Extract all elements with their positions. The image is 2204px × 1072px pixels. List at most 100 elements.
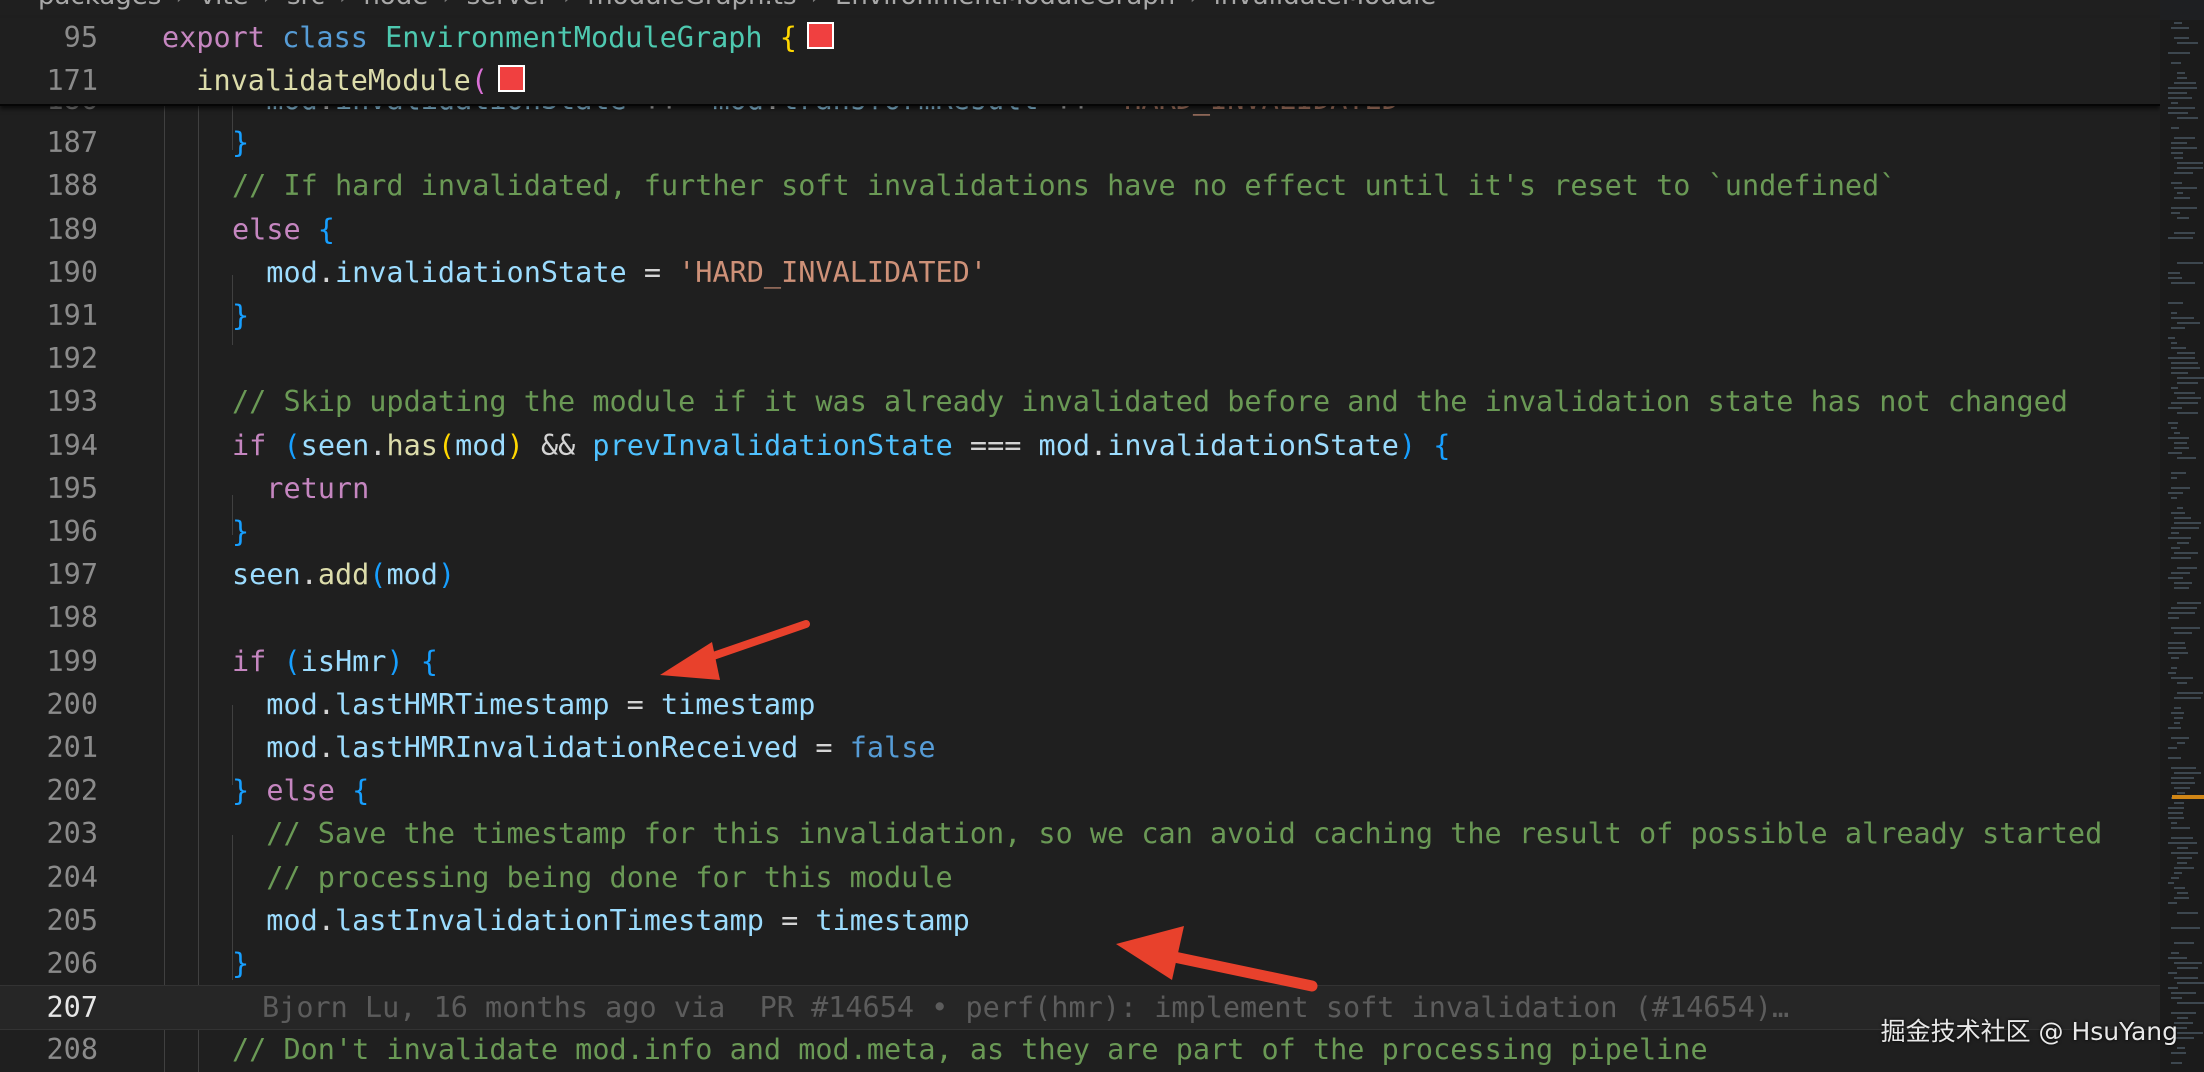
minimap-line: [2171, 927, 2200, 929]
minimap-line: [2177, 42, 2198, 44]
code-line[interactable]: 191}: [0, 294, 2160, 337]
code-line[interactable]: 201 mod.lastHMRInvalidationReceived = fal…: [0, 726, 2160, 769]
code-line[interactable]: 190 mod.invalidationState = 'HARD_INVALID…: [0, 251, 2160, 294]
breadcrumb-item[interactable]: moduleGraph.ts: [587, 0, 796, 11]
line-number[interactable]: 207: [0, 986, 98, 1029]
code-line[interactable]: 192: [0, 337, 2160, 380]
minimap-line: [2171, 402, 2198, 404]
line-number[interactable]: 201: [0, 726, 98, 769]
line-number[interactable]: 197: [0, 553, 98, 596]
code-line[interactable]: 198: [0, 596, 2160, 639]
code-token: }: [232, 774, 250, 808]
minimap-line: [2168, 112, 2188, 114]
minimap-line: [2171, 527, 2199, 529]
line-number[interactable]: 191: [0, 294, 98, 337]
code-line[interactable]: 189 else {: [0, 208, 2160, 251]
line-number[interactable]: 187: [0, 121, 98, 164]
sticky-scroll-header[interactable]: 95 export class EnvironmentModuleGraph {1…: [0, 18, 2160, 106]
line-number[interactable]: 202: [0, 769, 98, 812]
minimap-line: [2171, 367, 2200, 369]
minimap-line: [2171, 62, 2181, 64]
line-number[interactable]: 193: [0, 380, 98, 423]
code-editor[interactable]: packages › vite › src › node › server › moduleGrap…: [0, 0, 2160, 1072]
minimap[interactable]: [2160, 20, 2204, 1072]
code-line[interactable]: 205 mod.lastInvalidationTimestamp = times…: [0, 899, 2160, 942]
code-token: (: [437, 428, 456, 462]
minimap-line: [2171, 317, 2194, 319]
line-code: }: [232, 510, 249, 553]
minimap-line: [2177, 397, 2201, 399]
line-number[interactable]: 188: [0, 164, 98, 207]
minimap-line: [2171, 327, 2185, 329]
code-line[interactable]: 206}: [0, 942, 2160, 985]
line-code: }: [232, 942, 249, 985]
code-token: timestamp: [815, 903, 970, 937]
line-number[interactable]: 204: [0, 856, 98, 899]
code-line[interactable]: 194 if (seen.has(mod) && prevInvalidation…: [0, 424, 2160, 467]
line-number[interactable]: 206: [0, 942, 98, 985]
line-number[interactable]: 171: [0, 59, 98, 102]
sticky-line[interactable]: 171 invalidateModule(: [0, 59, 2160, 102]
code-token: (: [369, 558, 387, 592]
code-line-active[interactable]: 207 Bjorn Lu, 16 months ago via PR #14654…: [0, 985, 2160, 1031]
code-token: else: [249, 774, 353, 808]
code-line[interactable]: 204 // processing being done for this mod…: [0, 856, 2160, 899]
code-line[interactable]: 202} else {: [0, 769, 2160, 812]
minimap-line: [2174, 772, 2201, 774]
line-number[interactable]: 198: [0, 596, 98, 639]
line-code: else {: [232, 208, 335, 251]
breadcrumb-item[interactable]: src: [287, 0, 325, 11]
minimap-line: [2171, 147, 2197, 149]
code-line[interactable]: 200 mod.lastHMRTimestamp = timestamp: [0, 683, 2160, 726]
code-line[interactable]: 208 // Don't invalidate mod.info and mod.…: [0, 1028, 2160, 1071]
minimap-line: [2168, 727, 2181, 729]
breadcrumb-item[interactable]: EnvironmentModuleGraph: [835, 0, 1175, 11]
code-line[interactable]: 196}: [0, 510, 2160, 553]
code-token: isHmr: [300, 644, 387, 678]
minimap-line: [2171, 572, 2190, 574]
line-number[interactable]: 194: [0, 424, 98, 467]
code-line[interactable]: 193 // Skip updating the module if it was…: [0, 380, 2160, 423]
breadcrumb-item[interactable]: vite: [200, 0, 249, 11]
line-code: if (seen.has(mod) && prevInvalidationSta…: [232, 424, 1450, 467]
git-blame-annotation[interactable]: Bjorn Lu, 16 months ago via PR #14654 • …: [262, 986, 1789, 1029]
sticky-line[interactable]: 95 export class EnvironmentModuleGraph {: [0, 16, 2160, 59]
line-number[interactable]: 190: [0, 251, 98, 294]
minimap-line: [2174, 157, 2183, 159]
code-token: invalidationState: [1107, 428, 1399, 462]
folded-code-marker-icon[interactable]: [498, 64, 526, 92]
line-number[interactable]: 189: [0, 208, 98, 251]
line-number[interactable]: 192: [0, 337, 98, 380]
code-token: ): [437, 558, 456, 592]
minimap-line: [2171, 152, 2183, 154]
minimap-line: [2171, 627, 2200, 629]
minimap-line: [2177, 567, 2197, 569]
line-number[interactable]: 205: [0, 899, 98, 942]
code-token: mod: [266, 687, 318, 721]
line-number[interactable]: 199: [0, 640, 98, 683]
line-number[interactable]: 195: [0, 467, 98, 510]
folded-code-marker-icon[interactable]: [806, 21, 834, 49]
minimap-line: [2177, 72, 2185, 74]
minimap-line: [2171, 372, 2188, 374]
minimap-line: [2171, 657, 2179, 659]
code-line[interactable]: 203 // Save the timestamp for this invali…: [0, 812, 2160, 855]
minimap-line: [2168, 422, 2178, 424]
breadcrumb-item[interactable]: node: [363, 0, 428, 11]
breadcrumb-item[interactable]: server: [467, 0, 549, 11]
line-number[interactable]: 203: [0, 812, 98, 855]
line-number[interactable]: 196: [0, 510, 98, 553]
breadcrumb-item[interactable]: invalidateModule: [1214, 0, 1437, 11]
code-line[interactable]: 187}: [0, 121, 2160, 164]
code-line[interactable]: 195 return: [0, 467, 2160, 510]
breadcrumb-item[interactable]: packages: [38, 0, 161, 11]
line-number[interactable]: 208: [0, 1028, 98, 1071]
line-number[interactable]: 95: [0, 16, 98, 59]
code-line[interactable]: 199 if (isHmr) {: [0, 640, 2160, 683]
minimap-line: [2177, 1047, 2185, 1049]
minimap-line: [2168, 52, 2190, 54]
minimap-line: [2168, 302, 2183, 304]
code-line[interactable]: 197 seen.add(mod): [0, 553, 2160, 596]
code-line[interactable]: 188 // If hard invalidated, further soft …: [0, 164, 2160, 207]
line-number[interactable]: 200: [0, 683, 98, 726]
